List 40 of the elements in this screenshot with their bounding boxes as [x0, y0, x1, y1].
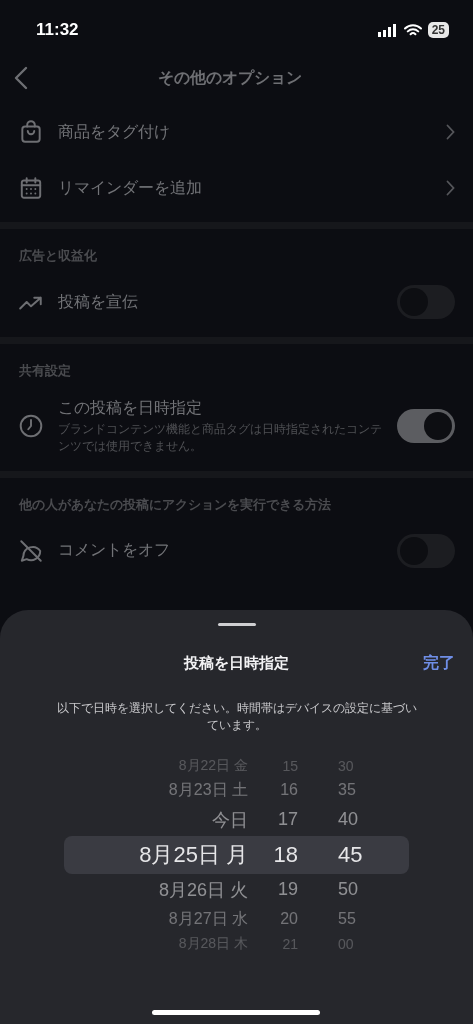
picker-date[interactable]: 今日 [64, 807, 248, 832]
drag-handle[interactable] [217, 623, 256, 626]
done-button[interactable]: 完了 [423, 652, 455, 674]
option-label: この投稿を日時指定 [58, 398, 203, 419]
toggle-switch[interactable] [397, 409, 455, 444]
picker-minute[interactable]: 55 [298, 910, 409, 929]
status-time: 11:32 [36, 20, 79, 40]
sheet-title: 投稿を日時指定 [184, 653, 289, 673]
section-title: 広告と収益化 [18, 247, 98, 265]
option-label: 商品をタグ付け [58, 121, 171, 143]
back-icon[interactable] [14, 66, 28, 90]
comment-off-icon [18, 537, 44, 564]
sheet-description: 以下で日時を選択してください。時間帯はデバイスの設定に基づいています。 [56, 700, 417, 735]
picker-minute[interactable]: 50 [298, 879, 409, 901]
picker-date[interactable]: 8月25日 月 [64, 839, 248, 870]
picker-hour[interactable]: 20 [248, 910, 298, 929]
option-label: コメントをオフ [58, 540, 171, 562]
shopping-bag-icon [18, 119, 44, 145]
calendar-icon [18, 175, 44, 201]
battery-level: 25 [427, 22, 449, 38]
picker-minute[interactable]: 40 [298, 809, 409, 831]
picker-hour[interactable]: 18 [248, 841, 298, 868]
section-title: 他の人があなたの投稿にアクションを実行できる方法 [17, 495, 332, 514]
picker-date[interactable]: 8月26日 火 [64, 877, 248, 902]
signal-icon [377, 23, 398, 37]
screen-title: その他のオプション [156, 67, 303, 89]
option-label: リマインダーを追加 [58, 177, 203, 199]
picker-hour[interactable]: 16 [248, 781, 298, 800]
picker-minute[interactable]: 45 [298, 841, 409, 868]
picker-date[interactable]: 8月27日 水 [64, 908, 248, 930]
picker-hour[interactable]: 19 [248, 879, 298, 901]
clock-icon [18, 413, 44, 440]
chevron-right-icon[interactable] [446, 124, 455, 140]
picker-minute[interactable]: 35 [298, 781, 409, 800]
section-title: 共有設定 [18, 362, 72, 380]
chevron-right-icon[interactable] [446, 180, 455, 196]
option-label: 投稿を宣伝 [58, 291, 139, 313]
picker-date[interactable]: 8月23日 土 [64, 779, 248, 801]
picker-hour[interactable]: 17 [248, 809, 298, 831]
wifi-icon [403, 23, 422, 37]
